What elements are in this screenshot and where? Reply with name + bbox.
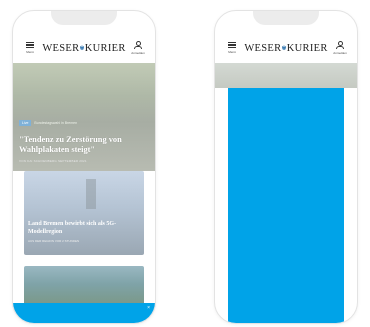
overlay-panel[interactable] — [228, 88, 344, 323]
site-logo[interactable]: WESER✾KURIER — [42, 43, 125, 54]
site-header: Menü WESER✾KURIER Anmelden — [215, 33, 357, 63]
account-button[interactable]: Anmelden — [129, 41, 147, 55]
user-icon — [336, 41, 344, 49]
card-image — [86, 179, 96, 209]
hero-article[interactable]: Live Bundestagswahl in Bremen "Tendenz zu… — [19, 111, 149, 163]
logo-text-kurier: KURIER — [286, 42, 328, 54]
article-card-5g[interactable]: Land Bremen bewirbt sich als 5G-Modellre… — [24, 171, 144, 255]
card-headline[interactable]: Land Bremen bewirbt sich als 5G-Modellre… — [28, 221, 140, 236]
menu-icon — [228, 42, 236, 48]
close-icon[interactable]: × — [147, 305, 150, 311]
menu-label: Menü — [228, 50, 236, 54]
hero-image-strip — [215, 63, 357, 88]
site-logo[interactable]: WESER✾KURIER — [244, 43, 327, 54]
live-badge: Live — [19, 120, 32, 126]
logo-text-weser: WESER — [244, 42, 282, 54]
logo-text-weser: WESER — [42, 42, 80, 54]
phone-notch — [51, 11, 117, 25]
menu-label: Menü — [26, 50, 34, 54]
account-button[interactable]: Anmelden — [331, 41, 349, 55]
phone-frame-left: Menü WESER✾KURIER Anmelden Live Bundestag… — [12, 10, 156, 324]
account-label: Anmelden — [333, 51, 347, 55]
hero-tag-line: Bundestagswahl in Bremen — [34, 121, 78, 125]
hero-meta: VON KAI SCHOENBERG SEPTEMBER 2021 — [19, 159, 87, 163]
menu-button[interactable]: Menü — [223, 42, 241, 54]
cookie-banner: × — [13, 303, 155, 323]
site-header: Menü WESER✾KURIER Anmelden — [13, 33, 155, 63]
phone-frame-right: Menü WESER✾KURIER Anmelden — [214, 10, 358, 324]
hero-headline[interactable]: "Tendenz zu Zerstörung von Wahlplakaten … — [19, 135, 149, 155]
user-icon — [134, 41, 142, 49]
phone-notch — [253, 11, 319, 25]
logo-text-kurier: KURIER — [84, 42, 126, 54]
menu-icon — [26, 42, 34, 48]
account-label: Anmelden — [131, 51, 145, 55]
card-meta: AUS DER REGION VOR 2 STUNDEN — [28, 239, 80, 243]
menu-button[interactable]: Menü — [21, 42, 39, 54]
